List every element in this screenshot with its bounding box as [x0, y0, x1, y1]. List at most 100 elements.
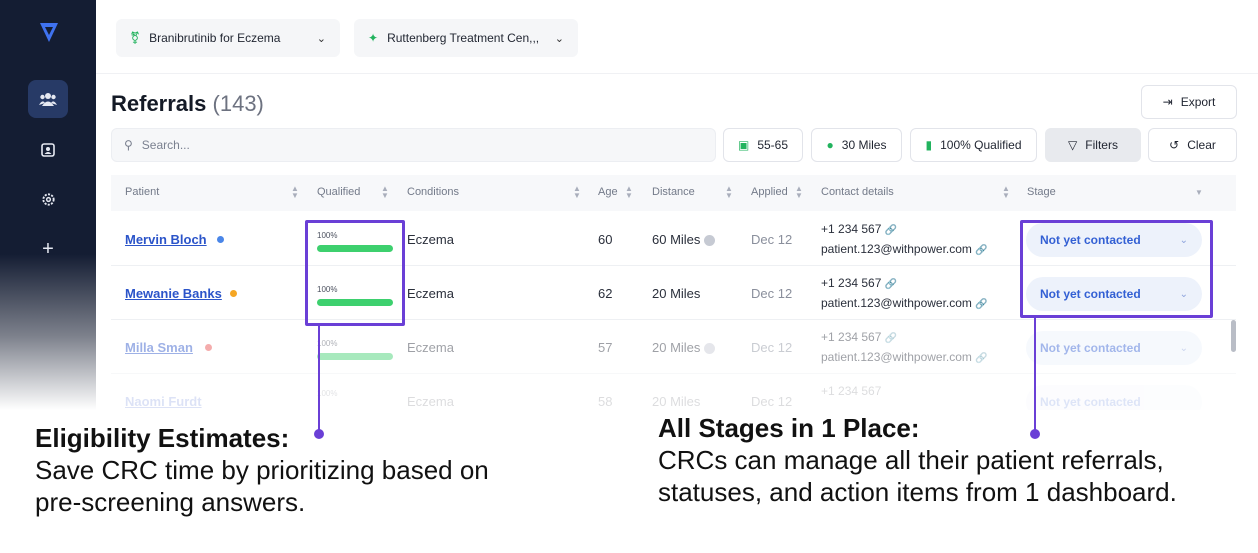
chevron-down-icon[interactable]: ▼ [1195, 189, 1203, 197]
table-header: Patient ▲ ▼ Qualified ▲ ▼ Conditions ▲ ▼ Ag… [111, 175, 1236, 211]
column-applied[interactable]: Applied [751, 186, 788, 198]
column-qualified[interactable]: Qualified [317, 186, 360, 198]
plus-icon: + [42, 237, 54, 260]
phone[interactable]: +1 234 567 [821, 330, 881, 344]
sidebar-item-settings[interactable] [28, 180, 68, 218]
distance-filter-chip[interactable]: ● 30 Miles [811, 128, 902, 162]
applied-date: Dec 12 [751, 286, 793, 301]
qualified-percent: 100% [317, 339, 338, 348]
sort-icon[interactable]: ▲ ▼ [573, 185, 581, 200]
sidebar: + [0, 0, 96, 410]
status-dot [205, 344, 212, 351]
link-icon[interactable]: 🔗 [885, 333, 897, 344]
column-contact-details[interactable]: Contact details [821, 186, 894, 198]
condition: Eczema [407, 232, 454, 247]
patient-name-link[interactable]: Naomi Furdt [125, 394, 202, 409]
link-icon[interactable]: 🔗 [975, 245, 987, 256]
status-dot [217, 236, 224, 243]
condition: Eczema [407, 340, 454, 355]
study-selector[interactable]: ⚧ Branibrutinib for Eczema ⌄ [116, 19, 340, 57]
sort-icon[interactable]: ▲ ▼ [381, 185, 389, 200]
column-age[interactable]: Age [598, 186, 618, 198]
status-dot [230, 290, 237, 297]
filters-button[interactable]: ▽ Filters [1045, 128, 1141, 162]
document-check-icon: ▮ [925, 138, 933, 152]
age-filter-chip[interactable]: ▣ 55-65 [723, 128, 803, 162]
column-stage[interactable]: Stage [1027, 186, 1056, 198]
applied-date: Dec 12 [751, 394, 793, 409]
export-icon: ⇥ [1162, 95, 1173, 109]
undo-icon: ↺ [1169, 138, 1180, 152]
eligibility-caption: Eligibility Estimates: Save CRC time by … [35, 422, 505, 518]
table-row[interactable]: Milla Sman 100% Eczema 57 20 Miles Dec 1… [111, 321, 1236, 374]
contact-details: +1 234 567 🔗 patient.123@withpower.com 🔗 [821, 328, 988, 368]
stage-dropdown[interactable]: Not yet contacted ⌄ [1026, 331, 1202, 365]
contact-card-icon [41, 143, 55, 157]
eligibility-body: Save CRC time by prioritizing based on p… [35, 455, 489, 517]
email[interactable]: patient.123@withpower.com [821, 350, 972, 364]
condition: Eczema [407, 394, 454, 409]
link-icon[interactable]: 🔗 [885, 279, 897, 290]
patient-name-link[interactable]: Mervin Bloch [125, 232, 207, 247]
email[interactable]: patient.123@withpower.com [821, 242, 972, 256]
qualified-callout-line [318, 326, 320, 434]
phone[interactable]: +1 234 567 [821, 222, 881, 236]
column-distance[interactable]: Distance [652, 186, 695, 198]
search-icon: ⚲ [124, 138, 133, 152]
sidebar-item-contacts[interactable] [28, 131, 68, 169]
study-selector-label: Branibrutinib for Eczema [149, 31, 281, 45]
sort-icon[interactable]: ▲ ▼ [725, 185, 733, 200]
hospital-icon: ✦ [368, 31, 379, 45]
link-icon[interactable]: 🔗 [975, 353, 987, 364]
email[interactable]: patient.123@withpower.com [821, 296, 972, 310]
condition: Eczema [407, 286, 454, 301]
sort-icon[interactable]: ▲ ▼ [625, 185, 633, 200]
link-icon[interactable]: 🔗 [975, 299, 987, 310]
export-button[interactable]: ⇥ Export [1141, 85, 1237, 119]
column-patient[interactable]: Patient [125, 186, 159, 198]
filter-icon: ▽ [1068, 138, 1078, 152]
phone[interactable]: +1 234 567 [821, 384, 881, 398]
scrollbar[interactable] [1231, 320, 1236, 352]
age: 58 [598, 394, 613, 409]
link-icon[interactable]: 🔗 [885, 225, 897, 236]
applied-date: Dec 12 [751, 232, 793, 247]
stages-body: CRCs can manage all their patient referr… [658, 445, 1177, 507]
sort-icon[interactable]: ▲ ▼ [1002, 185, 1010, 200]
patient-name-link[interactable]: Mewanie Banks [125, 286, 222, 301]
search-input[interactable]: ⚲ Search... [111, 128, 716, 162]
info-icon[interactable] [704, 235, 716, 247]
pin-icon: ● [826, 138, 834, 152]
sort-icon[interactable]: ▲ ▼ [795, 185, 803, 200]
qualified-percent: 100% [317, 389, 338, 398]
stage-highlight-box [1020, 220, 1213, 318]
distance: 20 Miles [652, 286, 701, 301]
users-icon [39, 93, 57, 106]
qualified-bar [317, 353, 393, 360]
patient-name-link[interactable]: Milla Sman [125, 340, 193, 355]
age: 57 [598, 340, 613, 355]
sort-icon[interactable]: ▲ ▼ [291, 185, 299, 200]
clear-button[interactable]: ↺ Clear [1148, 128, 1237, 162]
sidebar-item-add[interactable]: + [28, 230, 68, 268]
page-title: Referrals (143) [111, 91, 264, 116]
phone[interactable]: +1 234 567 [821, 276, 881, 290]
contact-details: +1 234 567 🔗 patient.123@withpower.com 🔗 [821, 220, 988, 260]
sidebar-item-referrals[interactable] [28, 80, 68, 118]
site-selector[interactable]: ✦ Ruttenberg Treatment Cen,,, ⌄ [354, 19, 578, 57]
distance: 20 Miles [652, 340, 716, 355]
chevron-down-icon: ⌄ [1179, 342, 1188, 354]
stages-heading: All Stages in 1 Place: [658, 413, 920, 443]
age: 62 [598, 286, 613, 301]
info-icon[interactable] [704, 343, 716, 355]
site-selector-label: Ruttenberg Treatment Cen,,, [387, 31, 540, 45]
chevron-down-icon: ⌄ [554, 32, 564, 45]
distance: 20 Miles [652, 394, 701, 409]
logo-icon[interactable] [37, 20, 61, 44]
contact-details: +1 234 567 [821, 382, 881, 401]
age: 60 [598, 232, 613, 247]
column-conditions[interactable]: Conditions [407, 186, 459, 198]
flask-icon: ⚧ [130, 31, 141, 45]
qualified-filter-chip[interactable]: ▮ 100% Qualified [910, 128, 1037, 162]
stages-caption: All Stages in 1 Place: CRCs can manage a… [658, 412, 1218, 508]
